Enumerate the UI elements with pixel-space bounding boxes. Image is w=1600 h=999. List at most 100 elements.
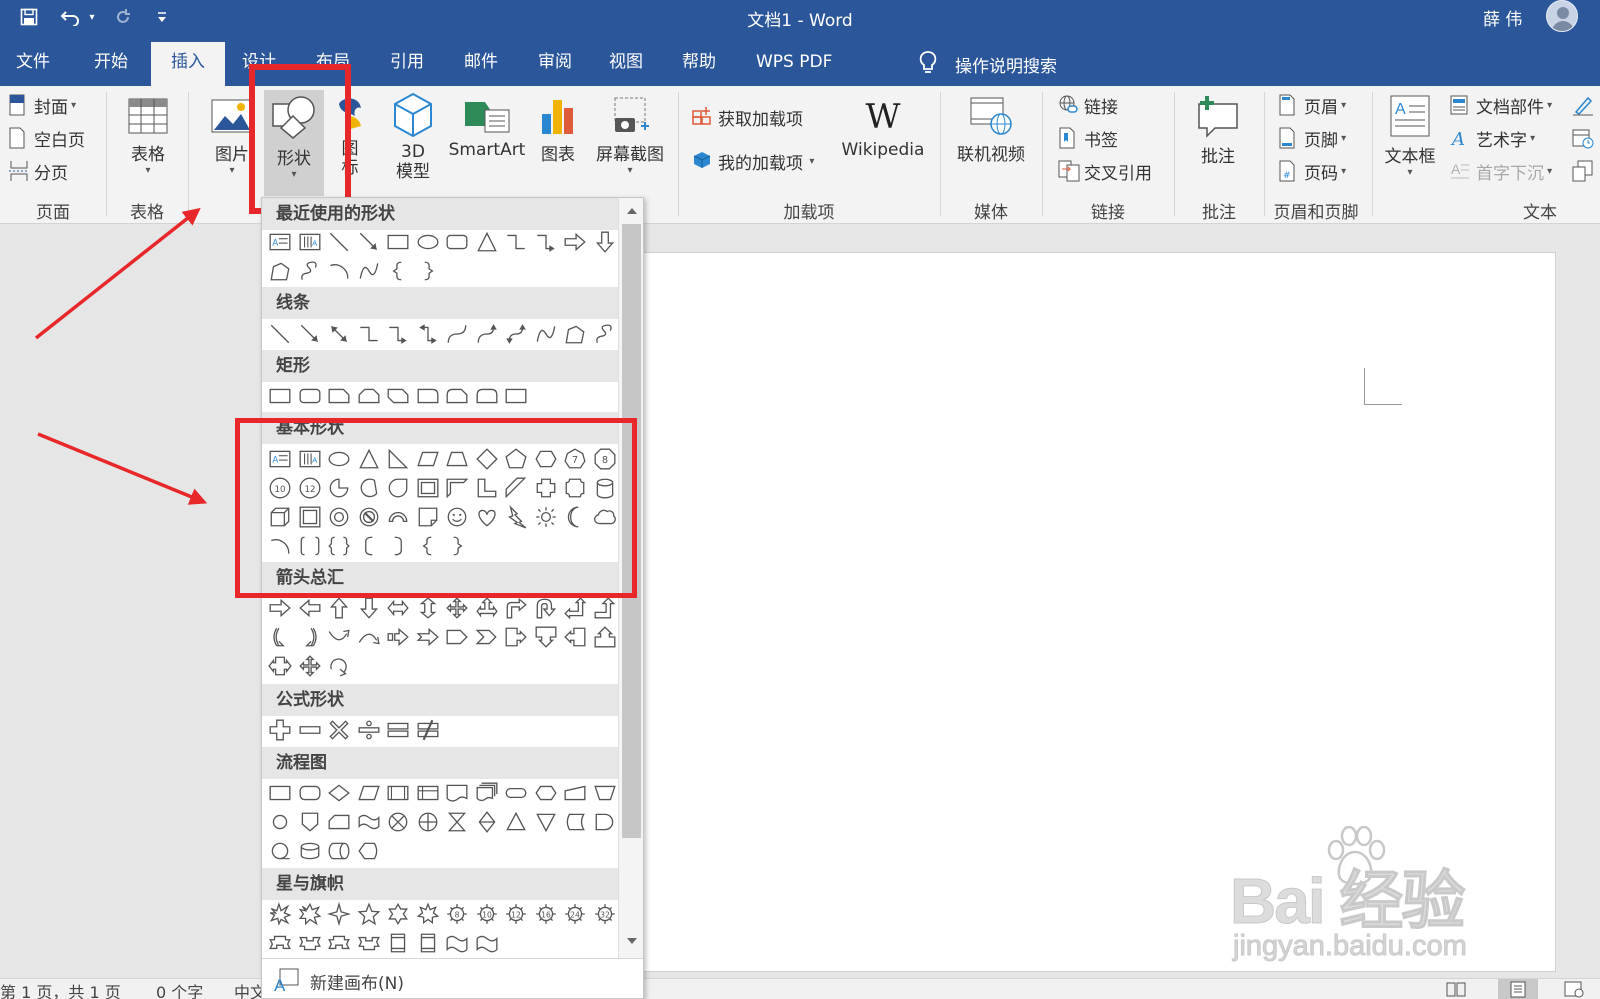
shape-quadarrow-icon[interactable]	[445, 596, 469, 620]
shape-lbrace-icon[interactable]	[386, 259, 410, 283]
shape-freeform-icon[interactable]	[563, 322, 587, 346]
drop-cap-button[interactable]: A 首字下沉 ▾	[1450, 156, 1552, 186]
shape-uturn-icon[interactable]	[534, 596, 558, 620]
shape-ribbon-down-icon[interactable]	[357, 931, 381, 955]
shape-rect-icon[interactable]	[386, 230, 410, 254]
shape-curveconn-icon[interactable]	[445, 322, 469, 346]
header-button[interactable]: 页眉 ▾	[1278, 90, 1346, 120]
shape-rrect-icon[interactable]	[445, 230, 469, 254]
shape-elbowarrow-icon[interactable]	[534, 230, 558, 254]
shape-uarrow-icon[interactable]	[327, 596, 351, 620]
shape-dcallout-icon[interactable]	[534, 625, 558, 649]
shape-fc-card-icon[interactable]	[327, 810, 351, 834]
tab-references[interactable]: 引用	[378, 42, 436, 86]
shape-plus-icon[interactable]	[268, 718, 292, 742]
shape-tri-icon[interactable]	[475, 230, 499, 254]
shape-curve-icon[interactable]	[534, 322, 558, 346]
shape-arrowline-icon[interactable]	[357, 230, 381, 254]
shape-minus-icon[interactable]	[298, 718, 322, 742]
shape-elbowarrow-icon[interactable]	[386, 322, 410, 346]
shape-line-icon[interactable]	[268, 322, 292, 346]
shape-ribbon-down-icon[interactable]	[298, 931, 322, 955]
shape-rarrow-icon[interactable]	[268, 596, 292, 620]
shape-fc-process-icon[interactable]	[504, 384, 528, 408]
shape-fc-predef-icon[interactable]	[386, 781, 410, 805]
new-comment-button[interactable]: 批注	[1188, 94, 1248, 167]
page-number-button[interactable]: # 页码 ▾	[1278, 156, 1346, 186]
shape-star-10-icon[interactable]: 10	[475, 902, 499, 926]
shape-pentagon-icon[interactable]	[445, 625, 469, 649]
shape-fc-extract-icon[interactable]	[504, 810, 528, 834]
shape-rcallout-icon[interactable]	[504, 625, 528, 649]
shape-star5-icon[interactable]	[357, 902, 381, 926]
shape-fc-offpage-icon[interactable]	[298, 810, 322, 834]
shape-curvearrow-icon[interactable]	[475, 322, 499, 346]
blank-page-button[interactable]: 空白页	[8, 123, 85, 153]
shape-lrcallout-icon[interactable]	[268, 654, 292, 678]
shape-snipround-icon[interactable]	[445, 384, 469, 408]
smartart-button[interactable]: SmartArt	[447, 96, 527, 160]
cover-page-button[interactable]: 封面 ▾	[8, 90, 76, 120]
shape-fc-display-icon[interactable]	[357, 839, 381, 863]
quick-parts-button[interactable]: 文档部件 ▾	[1450, 90, 1552, 120]
tab-insert[interactable]: 插入	[151, 42, 225, 86]
shape-notequal-icon[interactable]	[416, 718, 440, 742]
shape-fc-delay-icon[interactable]	[593, 810, 617, 834]
date-time-icon[interactable]	[1572, 123, 1594, 153]
shape-arrowline-icon[interactable]	[298, 322, 322, 346]
shape-curve-icon[interactable]	[357, 259, 381, 283]
shape-larrow-icon[interactable]	[298, 596, 322, 620]
shape-scroll-v-icon[interactable]	[416, 931, 440, 955]
shape-fc-document-icon[interactable]	[445, 781, 469, 805]
page-break-button[interactable]: 分页	[8, 156, 68, 186]
lightbulb-icon[interactable]	[918, 50, 938, 76]
tab-file[interactable]: 文件	[4, 42, 62, 86]
shape-fc-data-icon[interactable]	[357, 781, 381, 805]
shape-bentup-icon[interactable]	[593, 596, 617, 620]
shape-ribbon-up-icon[interactable]	[327, 931, 351, 955]
wordart-button[interactable]: A 艺术字 ▾	[1450, 123, 1535, 153]
page-count[interactable]: 第 1 页，共 1 页	[0, 979, 121, 999]
shape-ellipse-icon[interactable]	[416, 230, 440, 254]
tab-view[interactable]: 视图	[597, 42, 655, 86]
shape-snip2-icon[interactable]	[357, 384, 381, 408]
shape-equal-icon[interactable]	[386, 718, 410, 742]
tab-mailings[interactable]: 邮件	[452, 42, 510, 86]
shape-fc-terminator-icon[interactable]	[504, 781, 528, 805]
web-layout-icon[interactable]	[1560, 979, 1588, 999]
user-name[interactable]: 薛 伟	[1483, 5, 1522, 30]
get-addins-button[interactable]: 获取加载项	[692, 102, 803, 132]
shape-bentarrow-icon[interactable]	[504, 596, 528, 620]
shape-notched-icon[interactable]	[416, 625, 440, 649]
shape-fc-magdisk-icon[interactable]	[298, 839, 322, 863]
shape-dblarrow-icon[interactable]	[327, 322, 351, 346]
shape-mult-icon[interactable]	[327, 718, 351, 742]
table-button[interactable]: 表格 ▾	[118, 96, 178, 176]
shape-fc-manualop-icon[interactable]	[593, 781, 617, 805]
shape-fc-or-icon[interactable]	[416, 810, 440, 834]
shape-circarrow-icon[interactable]	[327, 654, 351, 678]
print-layout-icon[interactable]	[1498, 979, 1538, 999]
shape-star4-icon[interactable]	[327, 902, 351, 926]
shape-lcallout-icon[interactable]	[563, 625, 587, 649]
shape-fc-stored-icon[interactable]	[563, 810, 587, 834]
shape-ribbon-up-icon[interactable]	[268, 931, 292, 955]
shape-fc-multidoc-icon[interactable]	[475, 781, 499, 805]
shape-elbow-icon[interactable]	[504, 230, 528, 254]
shape-fc-internal-icon[interactable]	[416, 781, 440, 805]
shape-vtextbox-icon[interactable]: A	[298, 230, 322, 254]
my-addins-button[interactable]: 我的加载项 ▾	[692, 146, 814, 176]
shape-fc-alt-icon[interactable]	[298, 781, 322, 805]
footer-button[interactable]: 页脚 ▾	[1278, 123, 1346, 153]
shape-darrow-icon[interactable]	[357, 596, 381, 620]
shape-wave-icon[interactable]	[475, 931, 499, 955]
shape-fc-seqaccess-icon[interactable]	[268, 839, 292, 863]
tab-wps-pdf[interactable]: WPS PDF	[744, 42, 844, 86]
shape-darrow-icon[interactable]	[593, 230, 617, 254]
shape-scribble-icon[interactable]	[593, 322, 617, 346]
shape-ucallout-icon[interactable]	[593, 625, 617, 649]
shape-rrect-icon[interactable]	[298, 384, 322, 408]
shape-curvr-icon[interactable]	[268, 625, 292, 649]
shape-star-24-icon[interactable]: 24	[563, 902, 587, 926]
shape-elbow-icon[interactable]	[357, 322, 381, 346]
